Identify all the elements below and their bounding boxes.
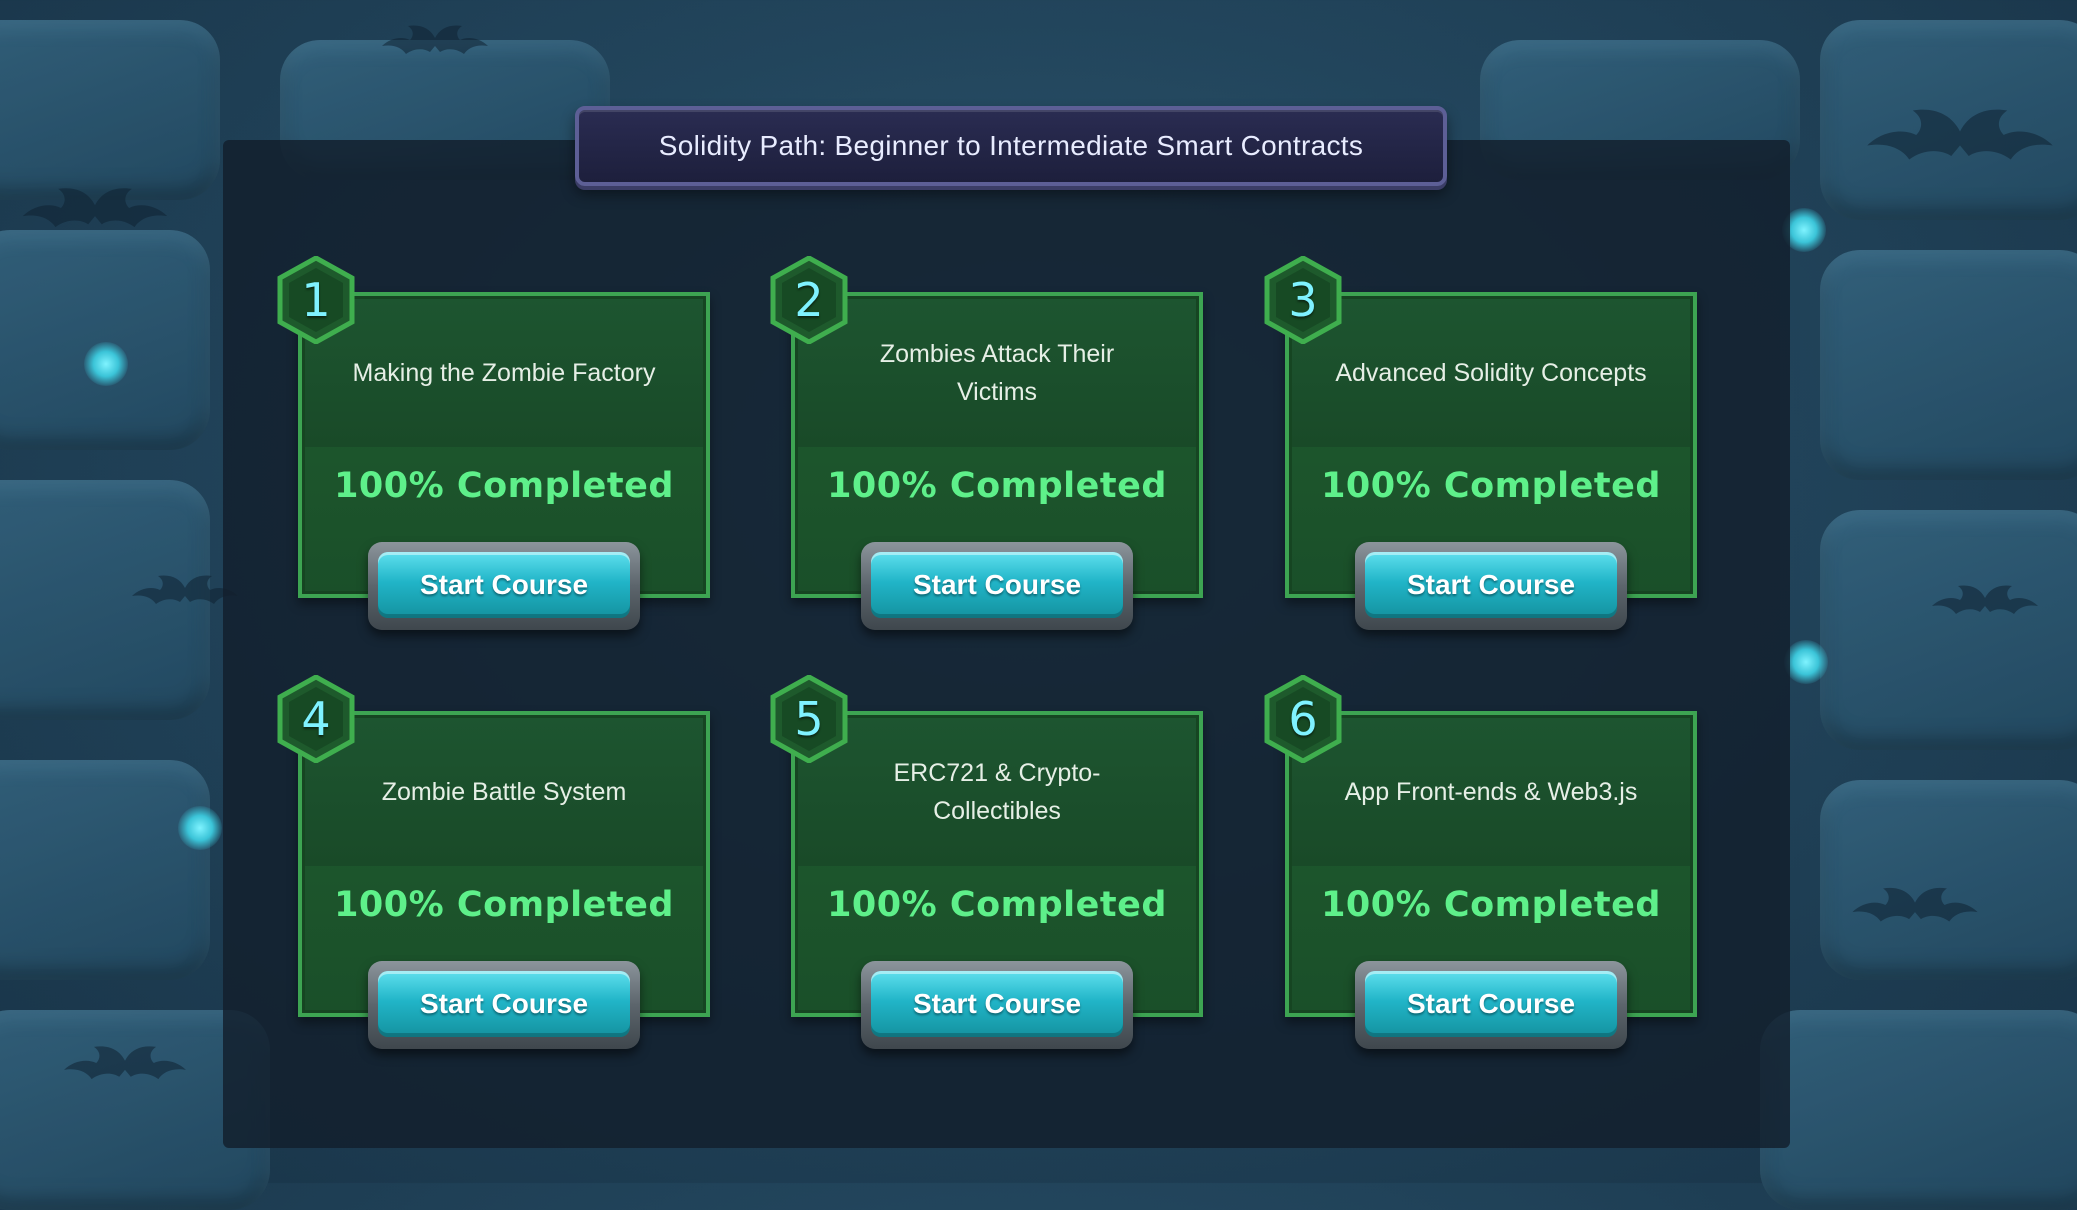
course-progress: 100% Completed bbox=[1321, 885, 1661, 925]
start-course-button[interactable]: Start Course bbox=[1355, 542, 1627, 630]
course-title: Zombie Battle System bbox=[381, 778, 627, 806]
start-course-button-face[interactable]: Start Course bbox=[871, 971, 1123, 1037]
course-card: App Front-ends & Web3.js 100% Completed … bbox=[1264, 675, 1697, 1049]
course-number-badge: 5 bbox=[769, 675, 849, 763]
bat-icon bbox=[60, 1040, 190, 1086]
start-course-button[interactable]: Start Course bbox=[368, 542, 640, 630]
course-number-badge: 1 bbox=[276, 256, 356, 344]
course-card: Advanced Solidity Concepts 100% Complete… bbox=[1264, 256, 1697, 630]
course-progress: 100% Completed bbox=[827, 466, 1167, 506]
course-number: 6 bbox=[1288, 692, 1318, 746]
course-title: ERC721 & Crypto-Collectibles bbox=[893, 759, 1101, 825]
course-number: 4 bbox=[301, 692, 331, 746]
start-course-button[interactable]: Start Course bbox=[861, 961, 1133, 1049]
start-course-label: Start Course bbox=[912, 569, 1082, 600]
course-card: ERC721 & Crypto-Collectibles 100% Comple… bbox=[770, 675, 1203, 1049]
bat-icon bbox=[1930, 580, 2040, 620]
glow-orb bbox=[178, 806, 222, 850]
course-title: App Front-ends & Web3.js bbox=[1344, 778, 1638, 806]
bat-icon bbox=[20, 180, 170, 236]
course-card: Zombies Attack Their Victims 100% Comple… bbox=[770, 256, 1203, 630]
course-card-header: App Front-ends & Web3.js bbox=[1292, 718, 1690, 866]
stone-block bbox=[1760, 1010, 2077, 1210]
course-progress: 100% Completed bbox=[827, 885, 1167, 925]
start-course-button-face[interactable]: Start Course bbox=[871, 552, 1123, 618]
bat-icon bbox=[1850, 880, 1980, 930]
start-course-button-face[interactable]: Start Course bbox=[378, 552, 630, 618]
course-progress: 100% Completed bbox=[334, 466, 674, 506]
course-card-header: Making the Zombie Factory bbox=[305, 299, 703, 447]
course-number: 5 bbox=[794, 692, 824, 746]
course-number: 3 bbox=[1288, 273, 1318, 327]
course-title: Making the Zombie Factory bbox=[352, 359, 656, 387]
stone-block bbox=[0, 20, 220, 200]
stone-block bbox=[1820, 510, 2077, 750]
glow-orb bbox=[1784, 640, 1828, 684]
course-progress: 100% Completed bbox=[1321, 466, 1661, 506]
start-course-label: Start Course bbox=[912, 988, 1082, 1019]
start-course-label: Start Course bbox=[1406, 988, 1576, 1019]
course-title: Zombies Attack Their Victims bbox=[879, 340, 1115, 406]
course-number-badge: 3 bbox=[1263, 256, 1343, 344]
course-card-header: ERC721 & Crypto-Collectibles bbox=[798, 718, 1196, 866]
stone-block bbox=[0, 230, 210, 450]
course-number: 2 bbox=[794, 273, 824, 327]
course-number-badge: 2 bbox=[769, 256, 849, 344]
start-course-button-face[interactable]: Start Course bbox=[1365, 552, 1617, 618]
start-course-button[interactable]: Start Course bbox=[861, 542, 1133, 630]
start-course-label: Start Course bbox=[419, 569, 589, 600]
course-progress: 100% Completed bbox=[334, 885, 674, 925]
stone-block bbox=[0, 760, 210, 980]
start-course-label: Start Course bbox=[1406, 569, 1576, 600]
page-title: Solidity Path: Beginner to Intermediate … bbox=[658, 130, 1364, 161]
course-card-header: Advanced Solidity Concepts bbox=[1292, 299, 1690, 447]
bat-icon bbox=[380, 20, 490, 60]
course-card: Zombie Battle System 100% Completed 4 St… bbox=[277, 675, 710, 1049]
course-card-header: Zombies Attack Their Victims bbox=[798, 299, 1196, 447]
course-title: Advanced Solidity Concepts bbox=[1335, 359, 1647, 387]
start-course-button[interactable]: Start Course bbox=[1355, 961, 1627, 1049]
start-course-button-face[interactable]: Start Course bbox=[378, 971, 630, 1037]
course-number-badge: 6 bbox=[1263, 675, 1343, 763]
course-card-header: Zombie Battle System bbox=[305, 718, 703, 866]
glow-orb bbox=[84, 342, 128, 386]
course-card: Making the Zombie Factory 100% Completed… bbox=[277, 256, 710, 630]
course-number-badge: 4 bbox=[276, 675, 356, 763]
start-course-button-face[interactable]: Start Course bbox=[1365, 971, 1617, 1037]
stone-block bbox=[1820, 250, 2077, 480]
start-course-label: Start Course bbox=[419, 988, 589, 1019]
path-title-banner: Solidity Path: Beginner to Intermediate … bbox=[575, 106, 1447, 186]
bat-icon bbox=[1860, 100, 2060, 170]
start-course-button[interactable]: Start Course bbox=[368, 961, 640, 1049]
course-number: 1 bbox=[301, 273, 331, 327]
